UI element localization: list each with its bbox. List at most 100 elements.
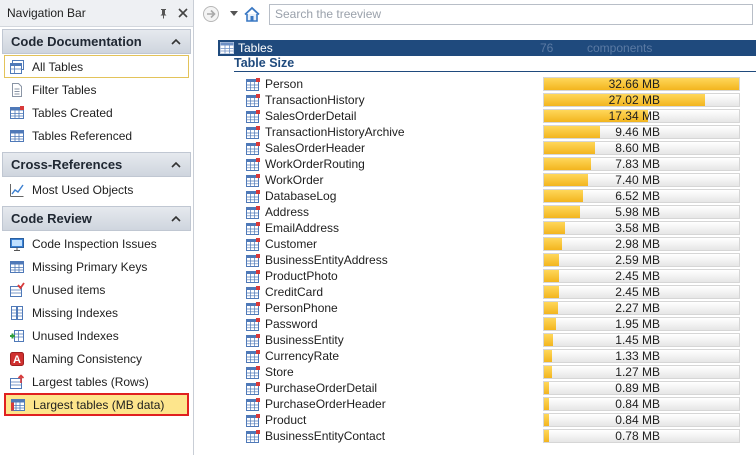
nav-item[interactable]: Largest tables (Rows) xyxy=(4,370,189,393)
size-bar: 3.58 MB xyxy=(543,221,740,235)
table-row[interactable]: TransactionHistoryArchive 9.46 MB xyxy=(246,124,740,140)
nav-group-header[interactable]: Code Documentation xyxy=(2,29,191,54)
table-row[interactable]: BusinessEntityAddress 2.59 MB xyxy=(246,252,740,268)
chevron-up-icon[interactable] xyxy=(167,156,185,174)
navigate-forward-button[interactable] xyxy=(200,3,222,25)
size-value: 0.89 MB xyxy=(615,381,660,395)
table-row[interactable]: ProductPhoto 2.45 MB xyxy=(246,268,740,284)
pin-icon[interactable] xyxy=(155,5,172,22)
table-row[interactable]: BusinessEntity 1.45 MB xyxy=(246,332,740,348)
size-bar: 2.45 MB xyxy=(543,269,740,283)
table-row[interactable]: SalesOrderHeader 8.60 MB xyxy=(246,140,740,156)
home-button[interactable] xyxy=(241,3,263,25)
size-value: 17.34 MB xyxy=(608,109,660,123)
missing-indexes-icon xyxy=(9,305,25,321)
nav-item[interactable]: Missing Indexes xyxy=(4,301,189,324)
table-icon xyxy=(246,141,260,155)
code-inspection-icon xyxy=(9,236,25,252)
nav-item[interactable]: Unused Indexes xyxy=(4,324,189,347)
size-bar-fill xyxy=(544,206,580,218)
size-bar: 2.27 MB xyxy=(543,301,740,315)
nav-item-label: Unused items xyxy=(32,282,106,297)
table-name: Customer xyxy=(265,237,318,251)
nav-item[interactable]: Missing Primary Keys xyxy=(4,255,189,278)
table-row[interactable]: PurchaseOrderDetail 0.89 MB xyxy=(246,380,740,396)
table-row[interactable]: TransactionHistory 27.02 MB xyxy=(246,92,740,108)
table-name: SalesOrderHeader xyxy=(265,141,366,155)
table-icon xyxy=(220,42,234,54)
report-header: Tables 76 components xyxy=(218,40,756,56)
nav-item[interactable]: Most Used Objects xyxy=(4,178,189,201)
nav-group-items: All Tables Filter Tables Tables Created Tab… xyxy=(0,54,193,150)
nav-item-label: All Tables xyxy=(32,59,84,74)
nav-item[interactable]: All Tables xyxy=(4,55,189,78)
size-bar: 0.84 MB xyxy=(543,397,740,411)
size-value: 2.45 MB xyxy=(615,269,660,283)
nav-group-header[interactable]: Code Review xyxy=(2,206,191,231)
table-name: CreditCard xyxy=(265,285,324,299)
nav-item[interactable]: Largest tables (MB data) xyxy=(4,393,189,416)
table-icon xyxy=(246,365,260,379)
section-title: Table Size xyxy=(234,56,756,72)
table-icon xyxy=(246,125,260,139)
table-row[interactable]: Store 1.27 MB xyxy=(246,364,740,380)
table-row[interactable]: Customer 2.98 MB xyxy=(246,236,740,252)
table-row[interactable]: EmailAddress 3.58 MB xyxy=(246,220,740,236)
table-row[interactable]: PersonPhone 2.27 MB xyxy=(246,300,740,316)
nav-item[interactable]: A Naming Consistency xyxy=(4,347,189,370)
chevron-up-icon[interactable] xyxy=(167,210,185,228)
nav-item[interactable]: Unused items xyxy=(4,278,189,301)
table-icon xyxy=(246,157,260,171)
size-bar-fill xyxy=(544,430,549,442)
size-bar: 27.02 MB xyxy=(543,93,740,107)
nav-item-label: Filter Tables xyxy=(32,82,97,97)
size-value: 8.60 MB xyxy=(615,141,660,155)
table-row[interactable]: SalesOrderDetail 17.34 MB xyxy=(246,108,740,124)
size-bar-fill xyxy=(544,190,583,202)
size-bar: 2.59 MB xyxy=(543,253,740,267)
filter-tables-icon xyxy=(9,82,25,98)
chevron-up-icon[interactable] xyxy=(167,33,185,51)
size-bar-fill xyxy=(544,126,601,138)
size-value: 5.98 MB xyxy=(615,205,660,219)
size-value: 2.98 MB xyxy=(615,237,660,251)
size-bar: 7.40 MB xyxy=(543,173,740,187)
table-row[interactable]: CurrencyRate 1.33 MB xyxy=(246,348,740,364)
table-icon xyxy=(246,269,260,283)
table-icon xyxy=(246,333,260,347)
table-icon xyxy=(246,301,260,315)
most-used-chart-icon xyxy=(9,182,25,198)
table-name: EmailAddress xyxy=(265,221,340,235)
table-row[interactable]: WorkOrder 7.40 MB xyxy=(246,172,740,188)
nav-item[interactable]: Filter Tables xyxy=(4,78,189,101)
table-icon xyxy=(246,285,260,299)
size-bar: 1.95 MB xyxy=(543,317,740,331)
component-count-unit: components xyxy=(587,41,653,55)
nav-item[interactable]: Tables Referenced xyxy=(4,124,189,147)
size-bar-fill xyxy=(544,254,560,266)
largest-rows-icon xyxy=(9,373,25,390)
table-row[interactable]: CreditCard 2.45 MB xyxy=(246,284,740,300)
table-row[interactable]: Product 0.84 MB xyxy=(246,412,740,428)
table-name: DatabaseLog xyxy=(265,189,337,203)
table-row[interactable]: Person 32.66 MB xyxy=(246,76,740,92)
table-row[interactable]: WorkOrderRouting 7.83 MB xyxy=(246,156,740,172)
table-row[interactable]: BusinessEntityContact 0.78 MB xyxy=(246,428,740,444)
size-bar-fill xyxy=(544,222,566,234)
navigation-bar-title: Navigation Bar xyxy=(7,6,86,20)
size-value: 9.46 MB xyxy=(615,125,660,139)
table-row[interactable]: DatabaseLog 6.52 MB xyxy=(246,188,740,204)
nav-item[interactable]: Code Inspection Issues xyxy=(4,232,189,255)
close-icon[interactable] xyxy=(174,5,191,22)
size-bar: 5.98 MB xyxy=(543,205,740,219)
history-dropdown-button[interactable] xyxy=(228,3,240,25)
table-row[interactable]: PurchaseOrderHeader 0.84 MB xyxy=(246,396,740,412)
size-value: 1.45 MB xyxy=(615,333,660,347)
table-row[interactable]: Password 1.95 MB xyxy=(246,316,740,332)
search-treeview-input[interactable] xyxy=(269,3,753,25)
size-value: 7.40 MB xyxy=(615,173,660,187)
table-icon xyxy=(246,109,260,123)
table-row[interactable]: Address 5.98 MB xyxy=(246,204,740,220)
nav-item[interactable]: Tables Created xyxy=(4,101,189,124)
nav-group-header[interactable]: Cross-References xyxy=(2,152,191,177)
